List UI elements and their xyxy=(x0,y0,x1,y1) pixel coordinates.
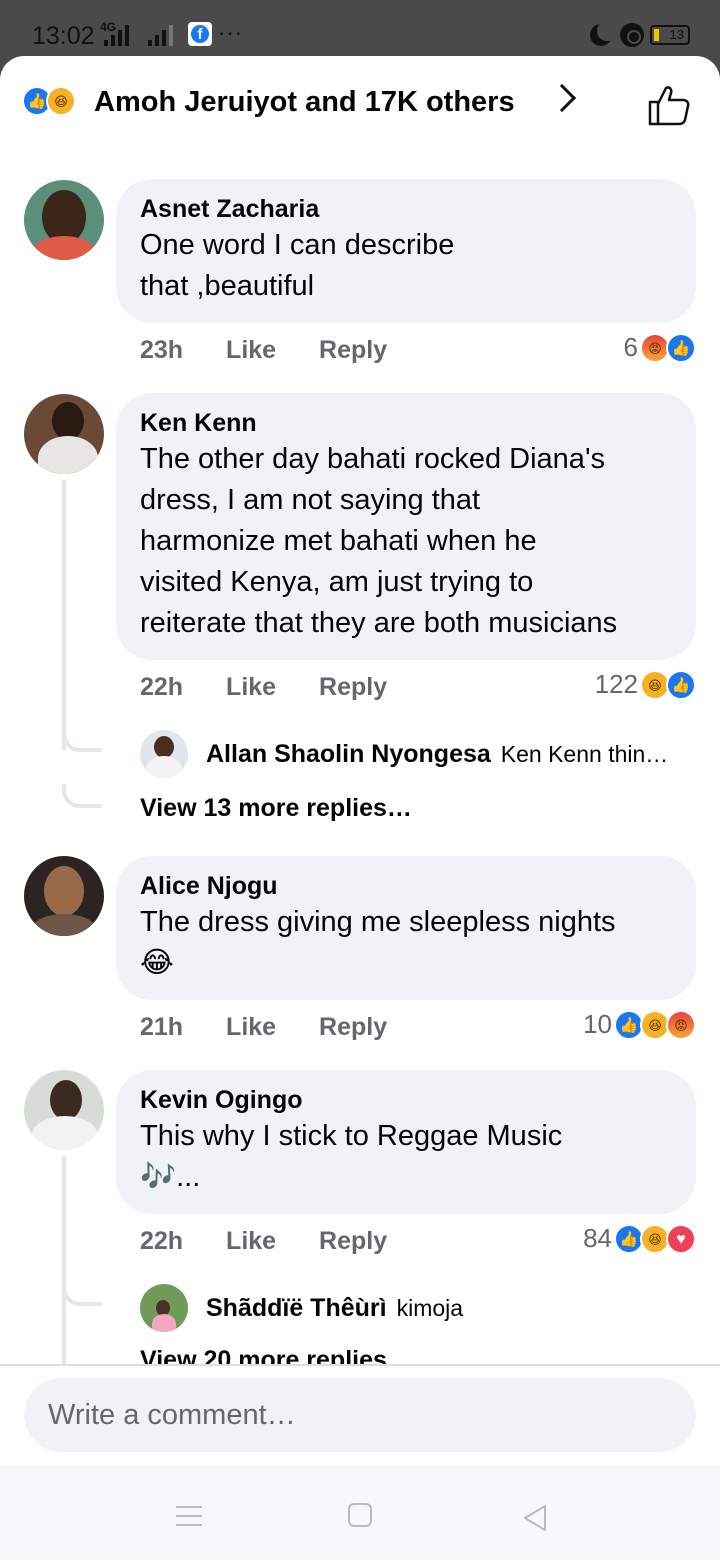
avatar xyxy=(140,730,188,778)
comments-sheet: 👍 😆 Amoh Jeruiyot and 17K others Asnet Z… xyxy=(0,56,720,1560)
like-comment-button[interactable]: Like xyxy=(226,673,276,701)
reaction-count: 122 xyxy=(594,669,638,699)
reaction-count: 6 xyxy=(623,332,638,362)
home-button[interactable] xyxy=(348,1503,372,1527)
avatar xyxy=(140,1284,188,1332)
reaction-icons: 👍 😆 xyxy=(22,86,76,116)
avatar[interactable] xyxy=(24,180,104,260)
like-comment-button[interactable]: Like xyxy=(226,1227,276,1255)
reactions-summary-text: Amoh Jeruiyot and 17K others xyxy=(94,86,515,118)
comment-bubble[interactable]: Alice Njogu The dress giving me sleeples… xyxy=(116,856,696,1000)
comment-reactions[interactable]: 84 👍 😆 ♥ xyxy=(583,1223,696,1254)
reply-author[interactable]: Allan Shaolin Nyongesa xyxy=(206,740,491,769)
chevron-right-icon[interactable] xyxy=(547,83,577,113)
status-time: 13:02 xyxy=(32,22,95,50)
avatar[interactable] xyxy=(24,856,104,936)
thread-branch xyxy=(62,728,102,752)
comment-text: that ,beautiful xyxy=(140,270,315,302)
comment-author[interactable]: Ken Kenn xyxy=(140,407,672,439)
comment-text: 🎶... xyxy=(140,1161,201,1193)
thread-line xyxy=(62,1156,66,1364)
battery-level: 13 xyxy=(669,27,684,42)
reply-text: kimoja xyxy=(396,1294,464,1321)
reaction-count: 84 xyxy=(583,1223,612,1253)
reaction-count: 10 xyxy=(583,1009,612,1039)
facebook-notification-icon: f xyxy=(188,22,212,46)
comment-text: reiterate that they are both musicians xyxy=(140,607,618,639)
comment-author[interactable]: Kevin Ogingo xyxy=(140,1084,672,1116)
do-not-disturb-icon xyxy=(590,21,617,46)
comment-actions: 23h Like Reply xyxy=(140,336,423,365)
comment-actions: 22h Like Reply xyxy=(140,1227,423,1256)
recent-apps-button[interactable] xyxy=(176,1506,202,1533)
angry-reaction-icon: 😡 xyxy=(666,1009,696,1040)
comment-time: 22h xyxy=(140,673,184,701)
haha-reaction-icon: 😆 xyxy=(46,86,76,116)
comment-composer[interactable] xyxy=(24,1378,696,1452)
like-reaction-icon: 👍 xyxy=(666,332,696,363)
comment-bubble[interactable]: Kevin Ogingo This why I stick to Reggae … xyxy=(116,1070,696,1214)
battery-icon: 13 xyxy=(650,25,690,45)
comment-author[interactable]: Alice Njogu xyxy=(140,870,672,902)
back-icon xyxy=(524,1505,546,1531)
reply-comment-button[interactable]: Reply xyxy=(319,1227,387,1255)
signal-icon xyxy=(148,24,173,46)
comment-bubble[interactable]: Asnet Zacharia One word I can describe t… xyxy=(116,179,696,323)
divider xyxy=(0,1364,720,1366)
comment-time: 21h xyxy=(140,1013,184,1041)
comment-text: One word I can describe xyxy=(140,229,455,261)
view-more-replies-link[interactable]: View 13 more replies… xyxy=(140,794,412,823)
comment-bubble[interactable]: Ken Kenn The other day bahati rocked Dia… xyxy=(116,393,696,660)
like-post-button[interactable] xyxy=(646,84,690,131)
reply-comment-button[interactable]: Reply xyxy=(319,336,387,364)
like-comment-button[interactable]: Like xyxy=(226,336,276,364)
reply-author[interactable]: Shãddïë Thêùrì xyxy=(206,1294,387,1323)
thread-branch xyxy=(62,784,102,808)
reply-preview[interactable]: Shãddïë Thêùrì kimoja xyxy=(140,1284,463,1332)
alarm-icon xyxy=(620,23,644,47)
comment-reactions[interactable]: 6 😡 👍 xyxy=(624,332,696,363)
comment-time: 22h xyxy=(140,1227,184,1255)
comment-actions: 22h Like Reply xyxy=(140,673,423,702)
more-notifications-icon: ··· xyxy=(218,20,243,45)
comment-emoji: 😂 xyxy=(140,947,174,979)
signal-icon xyxy=(104,24,129,46)
comment-text: harmonize met bahati when he xyxy=(140,525,537,557)
love-reaction-icon: ♥ xyxy=(666,1223,696,1254)
comment-actions: 21h Like Reply xyxy=(140,1013,423,1042)
status-bar: 13:02 4G f ··· 13 xyxy=(0,0,720,62)
reactions-summary[interactable]: 👍 😆 Amoh Jeruiyot and 17K others xyxy=(0,56,720,152)
system-nav-bar xyxy=(0,1466,720,1560)
thumbs-up-icon xyxy=(648,86,690,126)
comment-text: The other day bahati rocked Diana's xyxy=(140,443,605,475)
comment-text: dress, I am not saying that xyxy=(140,484,481,516)
avatar[interactable] xyxy=(24,394,104,474)
reply-text: Ken Kenn thin… xyxy=(500,740,669,767)
comment-time: 23h xyxy=(140,336,184,364)
reply-preview[interactable]: Allan Shaolin Nyongesa Ken Kenn thin… xyxy=(140,730,668,778)
comment-author[interactable]: Asnet Zacharia xyxy=(140,193,672,225)
thread-line xyxy=(62,480,66,750)
comment-input[interactable] xyxy=(24,1378,696,1452)
reply-comment-button[interactable]: Reply xyxy=(319,673,387,701)
like-comment-button[interactable]: Like xyxy=(226,1013,276,1041)
like-reaction-icon: 👍 xyxy=(666,669,696,700)
comment-text: visited Kenya, am just trying to xyxy=(140,566,534,598)
comment-reactions[interactable]: 10 👍 😆 😡 xyxy=(583,1009,696,1040)
thread-branch xyxy=(62,1282,102,1306)
avatar[interactable] xyxy=(24,1070,104,1150)
comment-text: The dress giving me sleepless nights xyxy=(140,906,616,938)
reply-comment-button[interactable]: Reply xyxy=(319,1013,387,1041)
comment-text: This why I stick to Reggae Music xyxy=(140,1120,563,1152)
comment-reactions[interactable]: 122 😆 👍 xyxy=(595,669,696,700)
